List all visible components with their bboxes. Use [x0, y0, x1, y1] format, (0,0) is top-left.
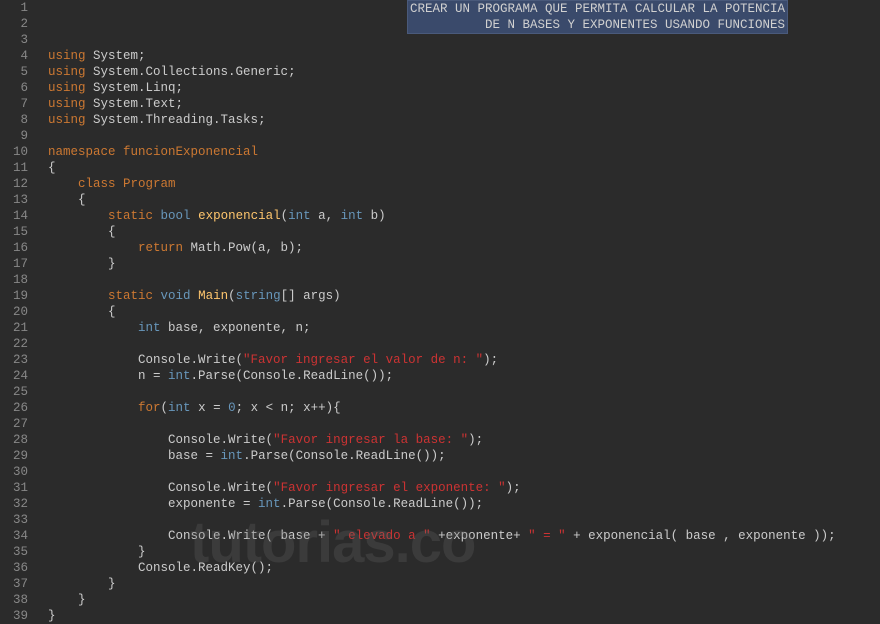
line-number: 35: [0, 544, 28, 560]
code-line: Console.ReadKey();: [48, 560, 880, 576]
line-number: 38: [0, 592, 28, 608]
code-line: }: [48, 576, 880, 592]
line-number: 23: [0, 352, 28, 368]
code-line: static void Main(string[] args): [48, 288, 880, 304]
code-line: [48, 512, 880, 528]
code-line: for(int x = 0; x < n; x++){: [48, 400, 880, 416]
code-line: Console.Write("Favor ingresar el exponen…: [48, 480, 880, 496]
line-number: 27: [0, 416, 28, 432]
line-number: 7: [0, 96, 28, 112]
line-number: 36: [0, 560, 28, 576]
line-number: 15: [0, 224, 28, 240]
code-line: using System.Collections.Generic;: [48, 64, 880, 80]
code-line: class Program: [48, 176, 880, 192]
line-number: 16: [0, 240, 28, 256]
code-line: using System.Threading.Tasks;: [48, 112, 880, 128]
code-editor: 1234567891011121314151617181920212223242…: [0, 0, 880, 624]
code-line: [48, 384, 880, 400]
line-number: 28: [0, 432, 28, 448]
line-number: 13: [0, 192, 28, 208]
line-number: 22: [0, 336, 28, 352]
code-line: using System.Text;: [48, 96, 880, 112]
line-number: 39: [0, 608, 28, 624]
line-number: 37: [0, 576, 28, 592]
line-number: 11: [0, 160, 28, 176]
line-number: 6: [0, 80, 28, 96]
code-line: }: [48, 608, 880, 624]
line-number: 8: [0, 112, 28, 128]
code-line: {: [48, 192, 880, 208]
line-number: 34: [0, 528, 28, 544]
comment-selection: CREAR UN PROGRAMA QUE PERMITA CALCULAR L…: [407, 0, 788, 34]
line-number: 24: [0, 368, 28, 384]
line-number: 31: [0, 480, 28, 496]
line-number: 20: [0, 304, 28, 320]
line-number: 17: [0, 256, 28, 272]
line-number: 4: [0, 48, 28, 64]
line-number: 33: [0, 512, 28, 528]
line-number: 10: [0, 144, 28, 160]
line-number: 19: [0, 288, 28, 304]
code-line: [48, 336, 880, 352]
line-number: 29: [0, 448, 28, 464]
code-line: using System.Linq;: [48, 80, 880, 96]
code-line: exponente = int.Parse(Console.ReadLine()…: [48, 496, 880, 512]
line-number: 25: [0, 384, 28, 400]
code-line: {: [48, 304, 880, 320]
code-line: base = int.Parse(Console.ReadLine());: [48, 448, 880, 464]
code-line: [48, 464, 880, 480]
line-number: 26: [0, 400, 28, 416]
line-number-gutter: 1234567891011121314151617181920212223242…: [0, 0, 38, 624]
line-number: 12: [0, 176, 28, 192]
code-line: int base, exponente, n;: [48, 320, 880, 336]
line-number: 21: [0, 320, 28, 336]
code-line: [48, 416, 880, 432]
code-line: static bool exponencial(int a, int b): [48, 208, 880, 224]
code-line: Console.Write("Favor ingresar el valor d…: [48, 352, 880, 368]
code-line: using System;: [48, 48, 880, 64]
code-line: }: [48, 256, 880, 272]
line-number: 18: [0, 272, 28, 288]
line-number: 9: [0, 128, 28, 144]
code-line: }: [48, 592, 880, 608]
code-line: return Math.Pow(a, b);: [48, 240, 880, 256]
code-line: namespace funcionExponencial: [48, 144, 880, 160]
code-line: }: [48, 544, 880, 560]
code-area[interactable]: CREAR UN PROGRAMA QUE PERMITA CALCULAR L…: [38, 0, 880, 624]
line-number: 3: [0, 32, 28, 48]
line-number: 5: [0, 64, 28, 80]
line-number: 1: [0, 0, 28, 16]
code-line: n = int.Parse(Console.ReadLine());: [48, 368, 880, 384]
code-line: [48, 32, 880, 48]
code-line: {: [48, 160, 880, 176]
code-line: {: [48, 224, 880, 240]
code-line: Console.Write( base + " elevado a " +exp…: [48, 528, 880, 544]
line-number: 14: [0, 208, 28, 224]
code-line: Console.Write("Favor ingresar la base: "…: [48, 432, 880, 448]
line-number: 32: [0, 496, 28, 512]
code-line: [48, 128, 880, 144]
line-number: 30: [0, 464, 28, 480]
line-number: 2: [0, 16, 28, 32]
code-line: [48, 272, 880, 288]
